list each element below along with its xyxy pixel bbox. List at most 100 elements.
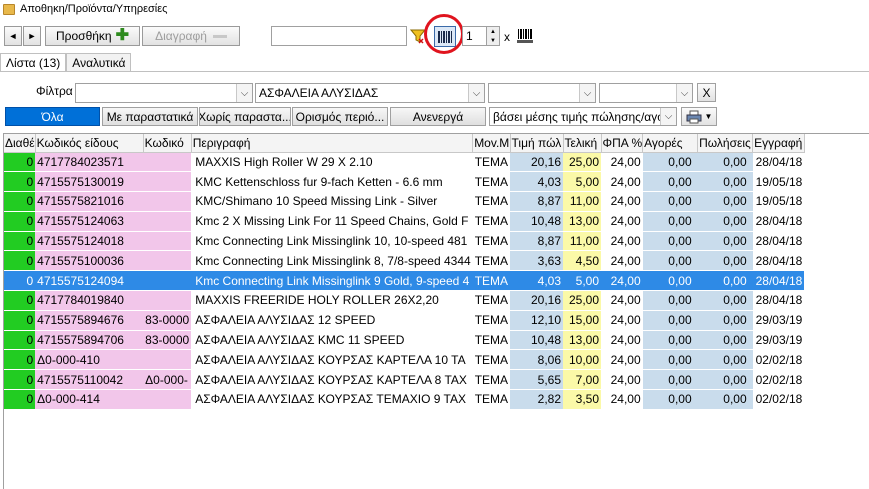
column-header[interactable]: Εγγραφή: [752, 134, 805, 153]
cell-desc: ΑΣΦΑΛΕΙΑ ΑΛΥΣΙΔΑΣ 12 SPEED: [191, 310, 473, 331]
cell-buys: 0,00: [642, 171, 698, 193]
cell-desc: MAXXIS High Roller W 29 X 2.10: [191, 152, 473, 173]
table-row[interactable]: 0 4715575821016 KMC/Shimano 10 Speed Missi…: [4, 191, 805, 212]
cell-unit: ΤΕΜΑ: [472, 389, 511, 410]
cell-sales: 0,00: [697, 211, 753, 232]
filter-combo-category[interactable]: ΑΣΦΑΛΕΙΑ ΑΛΥΣΙΔΑΣ ⌵: [255, 83, 485, 103]
cell-vat: 24,00: [601, 231, 643, 252]
cell-date: 02/02/18: [752, 349, 805, 371]
price-mode-select[interactable]: βάσει μέσης τιμής πώλησης/αγο ⌵: [489, 107, 677, 126]
clear-filters-button[interactable]: X: [697, 83, 716, 102]
cell-unit: ΤΕΜΑ: [472, 270, 511, 292]
cell-price: 4,03: [510, 171, 564, 193]
cell-vat: 24,00: [601, 290, 643, 311]
cell-buys: 0,00: [642, 250, 698, 272]
filter-combo-3[interactable]: ⌵: [488, 83, 596, 103]
cell-sales: 0,00: [697, 270, 753, 292]
cell-stock: 0: [4, 389, 36, 410]
cell-buys: 0,00: [642, 369, 698, 391]
cell-sales: 0,00: [697, 191, 753, 212]
cell-final: 11,00: [563, 231, 602, 252]
delete-button[interactable]: Διαγραφή: [142, 26, 240, 46]
column-header[interactable]: Περιγραφή: [191, 134, 474, 153]
cell-stock: 0: [4, 330, 36, 351]
table-row[interactable]: 0 Δ0-000-414 ΑΣΦΑΛΕΙΑ ΑΛΥΣΙΔΑΣ ΚΟΥΡΣΑΣ ΤΕΜ…: [4, 389, 805, 410]
cell-date: 28/04/18: [752, 211, 805, 232]
cell-vat: 24,00: [601, 171, 643, 193]
filter-combo-4[interactable]: ⌵: [599, 83, 693, 103]
cell-stock: 0: [4, 250, 36, 272]
barcode-printer-icon: [517, 29, 533, 43]
cell-stock: 0: [4, 290, 36, 311]
cell-buys: 0,00: [642, 290, 698, 311]
tab-list[interactable]: Λίστα (13): [0, 53, 67, 71]
filter-combo-1[interactable]: ⌵: [75, 83, 253, 103]
cell-code: 4715575124063: [35, 211, 144, 232]
table-row[interactable]: 0 4717784019840 MAXXIS FREERIDE HOLY ROLLE…: [4, 290, 805, 311]
cell-code: 4715575894706: [35, 330, 144, 351]
filter-without-documents-button[interactable]: Χωρίς παραστα...: [199, 107, 291, 126]
cell-desc: ΑΣΦΑΛΕΙΑ ΑΛΥΣΙΔΑΣ KMC 11 SPEED: [191, 330, 473, 351]
next-record-button[interactable]: ►: [23, 26, 41, 46]
column-header[interactable]: ΦΠΑ %: [601, 134, 644, 153]
add-button-label: Προσθήκη: [56, 29, 112, 43]
cell-buys: 0,00: [642, 231, 698, 252]
column-header[interactable]: Πωλήσεις: [697, 134, 754, 153]
cell-desc: Kmc Connecting Link Missinglink 8, 7/8-s…: [191, 250, 473, 272]
column-header[interactable]: Αγορές: [642, 134, 699, 153]
column-header[interactable]: Τιμή πώλ: [510, 134, 564, 153]
search-input[interactable]: [271, 26, 407, 46]
cell-date: 29/03/19: [752, 330, 805, 351]
filter-combo-category-value: ΑΣΦΑΛΕΙΑ ΑΛΥΣΙΔΑΣ: [259, 86, 379, 100]
stepper-up-icon[interactable]: ▲: [487, 27, 499, 36]
cell-unit: ΤΕΜΑ: [472, 211, 511, 232]
print-barcode-button[interactable]: [515, 26, 535, 46]
column-header[interactable]: Κωδικό: [143, 134, 192, 153]
tab-details[interactable]: Αναλυτικά: [66, 53, 132, 71]
table-row[interactable]: 0 4715575130019 KMC Kettenschloss fur 9-fa…: [4, 171, 805, 193]
cell-stock: 0: [4, 191, 36, 212]
cell-vat: 24,00: [601, 330, 643, 351]
cell-date: 19/05/18: [752, 191, 805, 212]
column-header[interactable]: Κωδικός είδους: [35, 134, 144, 153]
products-grid[interactable]: Διαθέ Κωδικός είδους Κωδικό Περιγραφή Mo…: [3, 133, 869, 489]
cell-date: 28/04/18: [752, 250, 805, 272]
table-row[interactable]: 0 Δ0-000-410 ΑΣΦΑΛΕΙΑ ΑΛΥΣΙΔΑΣ ΚΟΥΡΣΑΣ ΚΑΡ…: [4, 349, 805, 371]
table-row[interactable]: 0 4715575894676 83-0000 ΑΣΦΑΛΕΙΑ ΑΛΥΣΙΔΑΣ 1…: [4, 310, 805, 331]
cell-code: 4717784019840: [35, 290, 144, 311]
quantity-input[interactable]: [462, 26, 488, 46]
column-header[interactable]: Διαθέ: [4, 134, 36, 153]
cell-final: 10,00: [563, 349, 602, 371]
inactive-button[interactable]: Ανενεργά: [390, 107, 486, 126]
dropdown-caret-icon: ▼: [704, 112, 713, 121]
cell-code2: [143, 171, 192, 193]
cell-unit: ΤΕΜΑ: [472, 171, 511, 193]
table-row[interactable]: 0 4717784023571 MAXXIS High Roller W 29 X…: [4, 152, 805, 173]
add-button[interactable]: Προσθήκη ✚: [45, 26, 140, 46]
cell-date: 02/02/18: [752, 389, 805, 410]
column-header[interactable]: Τελική: [563, 134, 602, 153]
chevron-down-icon: ⌵: [468, 84, 484, 102]
table-row[interactable]: 0 4715575100036 Kmc Connecting Link Missin…: [4, 250, 805, 272]
stepper-down-icon[interactable]: ▼: [487, 36, 499, 45]
previous-record-button[interactable]: ◄: [4, 26, 22, 46]
print-button[interactable]: ▼: [681, 107, 717, 126]
cell-code2: [143, 270, 192, 292]
set-period-button[interactable]: Ορισμός περιό...: [292, 107, 388, 126]
cell-sales: 0,00: [697, 171, 753, 193]
filter-with-documents-button[interactable]: Με παραστατικά: [102, 107, 198, 126]
filter-all-button[interactable]: Όλα: [5, 107, 100, 126]
table-row[interactable]: 0 4715575124063 Kmc 2 X Missing Link For 1…: [4, 211, 805, 232]
folder-icon: [3, 3, 15, 15]
table-row[interactable]: 0 4715575110042 Δ0-000- ΑΣΦΑΛΕΙΑ ΑΛΥΣΙΔΑΣ Κ…: [4, 369, 805, 391]
column-header[interactable]: Mov.M: [472, 134, 511, 153]
table-row[interactable]: 0 4715575894706 83-0000 ΑΣΦΑΛΕΙΑ ΑΛΥΣΙΔΑΣ K…: [4, 330, 805, 351]
table-row[interactable]: 0 4715575124094 Kmc Connecting Link Missin…: [4, 270, 805, 292]
table-row[interactable]: 0 4715575124018 Kmc Connecting Link Missin…: [4, 231, 805, 252]
cell-code2: [143, 152, 192, 173]
cell-final: 5,00: [563, 270, 602, 292]
quantity-stepper[interactable]: ▲ ▼: [486, 26, 500, 46]
cell-unit: ΤΕΜΑ: [472, 330, 511, 351]
cell-desc: MAXXIS FREERIDE HOLY ROLLER 26X2,20: [191, 290, 473, 311]
cell-buys: 0,00: [642, 389, 698, 410]
